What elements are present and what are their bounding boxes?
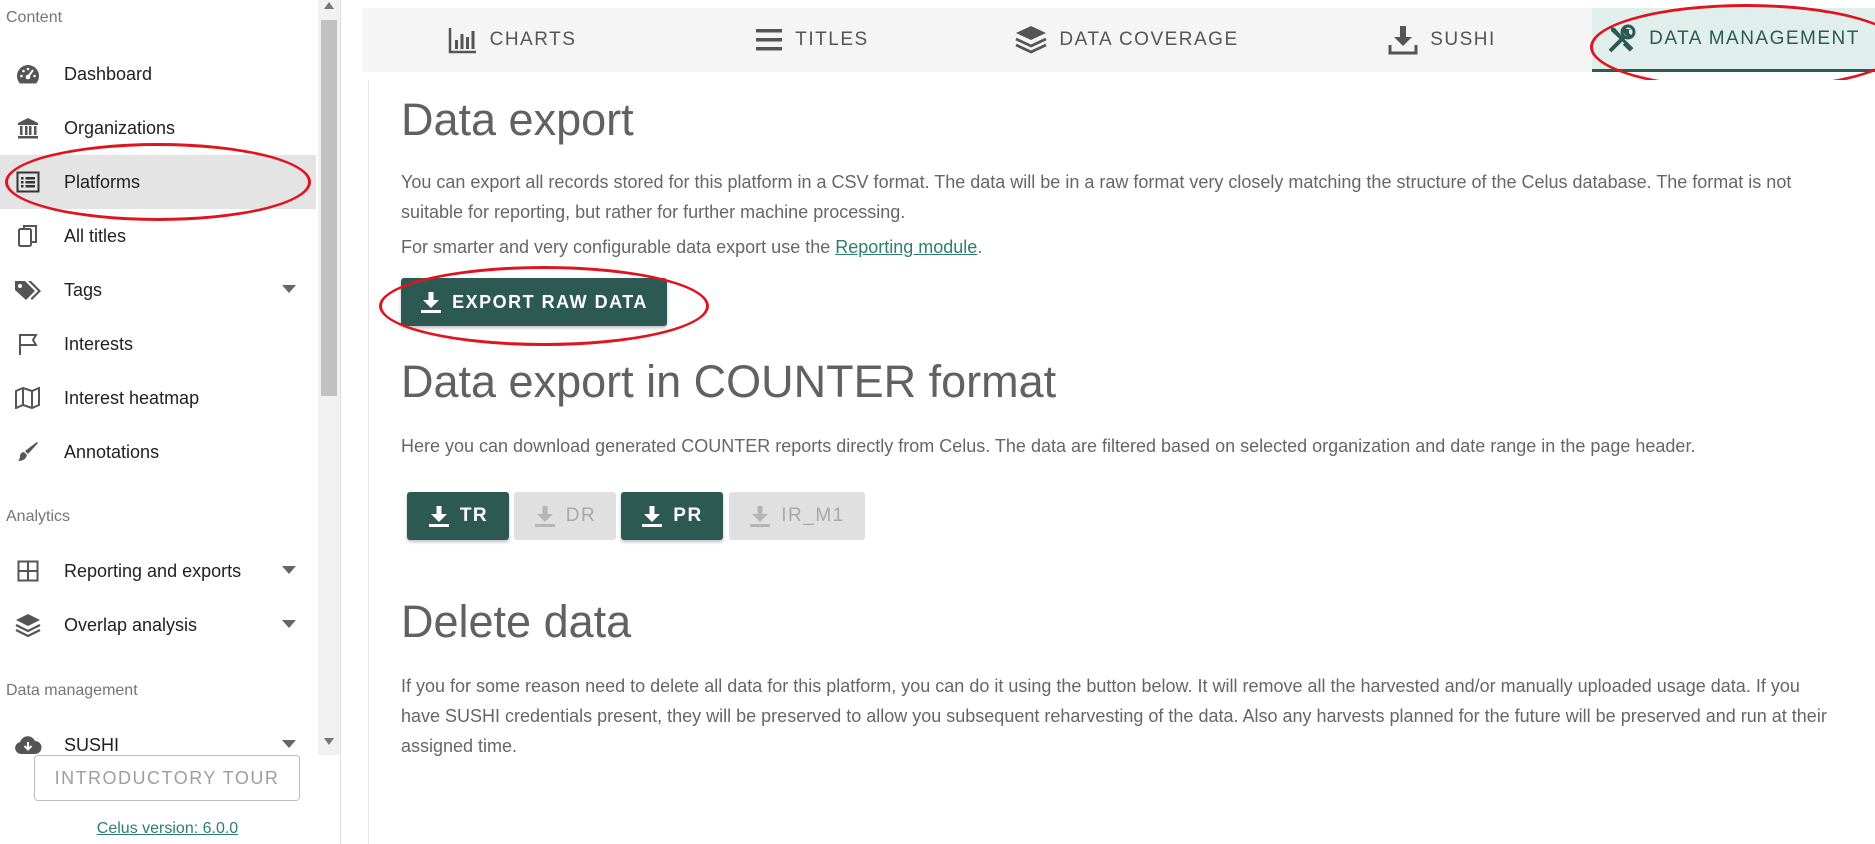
celus-version-link[interactable]: Celus version: 6.0.0 <box>0 820 335 838</box>
sidebar-item-label: SUSHI <box>64 734 120 755</box>
sidebar-item-annotations[interactable]: Annotations <box>0 425 316 479</box>
main-content: Data export You can export all records s… <box>368 80 1875 844</box>
sidebar-item-label: Reporting and exports <box>64 560 242 581</box>
download-icon <box>428 505 450 527</box>
sidebar-item-platforms[interactable]: Platforms <box>0 155 316 209</box>
counter-ir-m1-label: IR_M1 <box>781 505 845 526</box>
sidebar-item-label: Platforms <box>64 171 141 192</box>
brush-icon <box>14 438 42 466</box>
tab-charts[interactable]: CHARTS <box>362 8 662 72</box>
tools-icon <box>1607 24 1637 54</box>
sidebar-item-tags[interactable]: Tags <box>0 263 316 317</box>
download-icon <box>749 505 771 527</box>
grid-icon <box>14 557 42 585</box>
counter-pr-button[interactable]: PR <box>621 492 723 540</box>
tags-icon <box>14 276 42 304</box>
sidebar-scrollbar[interactable] <box>318 0 340 755</box>
chevron-down-icon <box>282 566 296 574</box>
sidebar-item-interests[interactable]: Interests <box>0 317 316 371</box>
export-raw-data-label: EXPORT RAW DATA <box>452 291 648 312</box>
chevron-down-icon <box>282 620 296 628</box>
counter-pr-label: PR <box>673 505 703 526</box>
tab-titles[interactable]: TITLES <box>662 8 962 72</box>
tab-label: CHARTS <box>489 29 577 50</box>
sidebar-item-overlap-analysis[interactable]: Overlap analysis <box>0 598 316 652</box>
sidebar-item-organizations[interactable]: Organizations <box>0 101 316 155</box>
layers-icon <box>14 611 42 639</box>
tab-label: DATA COVERAGE <box>1059 29 1239 50</box>
bank-icon <box>14 114 42 142</box>
tab-label: SUSHI <box>1430 29 1496 50</box>
sidebar-item-label: Annotations <box>64 441 160 462</box>
menu-icon <box>755 27 783 53</box>
sidebar-item-label: Interest heatmap <box>64 387 200 408</box>
map-icon <box>14 384 42 412</box>
delete-data-title: Delete data <box>401 596 632 647</box>
sidebar: Content Dashboard Organizations Platform… <box>0 0 341 844</box>
sidebar-item-dashboard[interactable]: Dashboard <box>0 47 316 101</box>
sidebar-item-label: All titles <box>64 225 127 246</box>
reporting-module-note-suffix: . <box>977 237 983 257</box>
sidebar-item-label: Tags <box>64 279 103 300</box>
sidebar-item-all-titles[interactable]: All titles <box>0 209 316 263</box>
flag-icon <box>14 330 42 358</box>
download-tray-icon <box>1388 25 1418 55</box>
list-icon <box>14 168 42 196</box>
introductory-tour-button[interactable]: INTRODUCTORY TOUR <box>34 755 300 801</box>
copy-icon <box>14 222 42 250</box>
sidebar-item-label: Interests <box>64 333 134 354</box>
sidebar-item-interest-heatmap[interactable]: Interest heatmap <box>0 371 316 425</box>
reporting-module-link[interactable]: Reporting module <box>835 237 977 257</box>
tab-label: DATA MANAGEMENT <box>1649 27 1860 49</box>
sidebar-item-label: Dashboard <box>64 63 153 84</box>
counter-dr-label: DR <box>565 505 597 526</box>
download-icon <box>641 505 663 527</box>
chevron-down-icon <box>282 740 296 748</box>
counter-dr-button: DR <box>514 492 616 540</box>
tab-data-coverage[interactable]: DATA COVERAGE <box>962 8 1292 72</box>
tab-bar: CHARTS TITLES DATA COVERAGE SUSHI DATA M… <box>362 4 1875 90</box>
scroll-down-arrow-icon[interactable] <box>324 738 334 745</box>
tab-data-management[interactable]: DATA MANAGEMENT <box>1592 8 1875 72</box>
counter-ir-m1-button: IR_M1 <box>729 492 865 540</box>
reporting-module-note: For smarter and very configurable data e… <box>401 232 1841 262</box>
download-icon <box>420 291 442 313</box>
counter-export-description: Here you can download generated COUNTER … <box>401 436 1696 456</box>
reporting-module-note-prefix: For smarter and very configurable data e… <box>401 237 836 257</box>
sidebar-item-reporting-and-exports[interactable]: Reporting and exports <box>0 544 316 598</box>
tab-sushi[interactable]: SUSHI <box>1292 8 1592 72</box>
scrollbar-thumb[interactable] <box>321 20 337 396</box>
download-icon <box>534 505 556 527</box>
sidebar-item-label: Overlap analysis <box>64 614 198 635</box>
section-label-analytics: Analytics <box>6 508 71 525</box>
section-label-content: Content <box>6 9 63 26</box>
scroll-up-arrow-icon[interactable] <box>324 2 334 9</box>
counter-tr-label: TR <box>459 505 489 526</box>
export-raw-data-button[interactable]: EXPORT RAW DATA <box>401 278 667 326</box>
section-label-data-management: Data management <box>6 682 138 699</box>
counter-export-title: Data export in COUNTER format <box>401 356 1057 407</box>
counter-tr-button[interactable]: TR <box>407 492 509 540</box>
data-export-description: You can export all records stored for th… <box>401 172 1792 222</box>
bar-chart-icon <box>448 26 478 54</box>
layers-icon <box>1015 25 1047 55</box>
delete-data-description: If you for some reason need to delete al… <box>401 676 1827 756</box>
sidebar-item-label: Organizations <box>64 117 176 138</box>
tab-label: TITLES <box>795 29 869 50</box>
chevron-down-icon <box>282 285 296 293</box>
dashboard-icon <box>14 60 42 88</box>
data-export-title: Data export <box>401 94 634 145</box>
